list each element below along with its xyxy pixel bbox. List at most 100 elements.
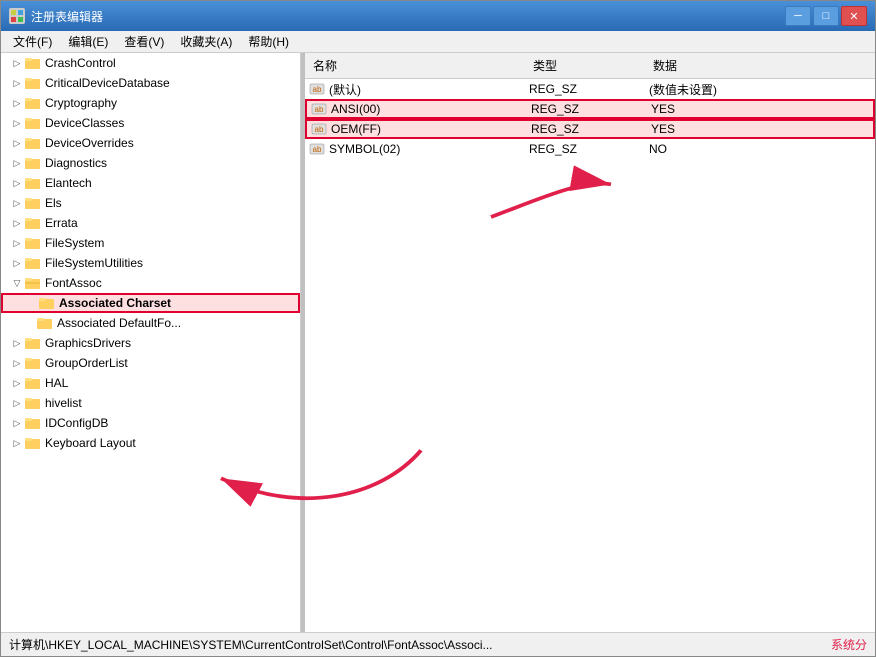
tree-item-cryptography[interactable]: ▷ Cryptography bbox=[1, 93, 300, 113]
tree-item-deviceclasses[interactable]: ▷ DeviceClasses bbox=[1, 113, 300, 133]
folder-icon bbox=[25, 216, 41, 230]
expand-icon: ▷ bbox=[9, 435, 25, 451]
reg-entry-data: (数值未设置) bbox=[649, 81, 871, 98]
app-icon bbox=[9, 8, 25, 24]
tree-item-label: HAL bbox=[45, 376, 68, 390]
tree-item-fontassoc[interactable]: ▽ FontAssoc bbox=[1, 273, 300, 293]
folder-icon bbox=[25, 416, 41, 430]
tree-item-els[interactable]: ▷ Els bbox=[1, 193, 300, 213]
expand-icon: ▷ bbox=[9, 75, 25, 91]
tree-item-label: hivelist bbox=[45, 396, 82, 410]
status-text: 计算机\HKEY_LOCAL_MACHINE\SYSTEM\CurrentCon… bbox=[9, 636, 823, 653]
col-header-name: 名称 bbox=[305, 55, 525, 76]
folder-icon bbox=[25, 236, 41, 250]
expand-icon: ▷ bbox=[9, 395, 25, 411]
folder-icon bbox=[25, 196, 41, 210]
tree-item-label: GraphicsDrivers bbox=[45, 336, 131, 350]
expand-icon bbox=[31, 295, 39, 311]
tree-item-label: Errata bbox=[45, 216, 78, 230]
tree-item-filesystemutils[interactable]: ▷ FileSystemUtilities bbox=[1, 253, 300, 273]
tree-item-errata[interactable]: ▷ Errata bbox=[1, 213, 300, 233]
registry-row-oem[interactable]: ab OEM(FF) REG_SZ YES bbox=[305, 119, 875, 139]
expand-icon: ▷ bbox=[9, 415, 25, 431]
folder-icon bbox=[25, 156, 41, 170]
svg-text:ab: ab bbox=[315, 105, 324, 114]
tree-item-associateddefaultfont[interactable]: Associated DefaultFo... bbox=[1, 313, 300, 333]
menu-help[interactable]: 帮助(H) bbox=[240, 31, 297, 52]
tree-item-label: CriticalDeviceDatabase bbox=[45, 76, 170, 90]
reg-value-icon: ab bbox=[309, 82, 325, 96]
reg-entry-type: REG_SZ bbox=[529, 82, 649, 96]
tree-item-label: Cryptography bbox=[45, 96, 117, 110]
folder-icon bbox=[25, 436, 41, 450]
tree-item-diagnostics[interactable]: ▷ Diagnostics bbox=[1, 153, 300, 173]
menu-view[interactable]: 查看(V) bbox=[116, 31, 172, 52]
folder-icon bbox=[25, 176, 41, 190]
registry-row-default[interactable]: ab (默认) REG_SZ (数值未设置) bbox=[305, 79, 875, 99]
tree-item-associatedcharset[interactable]: Associated Charset bbox=[1, 293, 300, 313]
watermark: 系统分 bbox=[831, 636, 867, 653]
reg-entry-type: REG_SZ bbox=[531, 102, 651, 116]
reg-entry-data: NO bbox=[649, 142, 871, 156]
registry-panel: 名称 类型 数据 ab (默认) REG_SZ (数值未设置) bbox=[305, 53, 875, 632]
reg-entry-name: OEM(FF) bbox=[331, 122, 531, 136]
tree-item-filesystem[interactable]: ▷ FileSystem bbox=[1, 233, 300, 253]
reg-entry-data: YES bbox=[651, 102, 869, 116]
tree-item-label: GroupOrderList bbox=[45, 356, 128, 370]
reg-value-icon: ab bbox=[309, 142, 325, 156]
minimize-button[interactable]: ─ bbox=[785, 6, 811, 26]
reg-entry-type: REG_SZ bbox=[529, 142, 649, 156]
registry-entries: ab (默认) REG_SZ (数值未设置) ab ANSI( bbox=[305, 79, 875, 632]
folder-icon-open bbox=[25, 276, 41, 290]
tree-item-label: FontAssoc bbox=[45, 276, 102, 290]
tree-item-label: CrashControl bbox=[45, 56, 116, 70]
tree-item-deviceoverrides[interactable]: ▷ DeviceOverrides bbox=[1, 133, 300, 153]
tree-item-crashcontrol[interactable]: ▷ CrashControl bbox=[1, 53, 300, 73]
col-header-data: 数据 bbox=[645, 55, 875, 76]
svg-text:ab: ab bbox=[313, 85, 322, 94]
folder-icon bbox=[25, 256, 41, 270]
folder-icon bbox=[25, 116, 41, 130]
window-controls: ─ □ ✕ bbox=[785, 6, 867, 26]
reg-entry-type: REG_SZ bbox=[531, 122, 651, 136]
tree-content[interactable]: ▷ CrashControl ▷ CriticalDeviceDatabase … bbox=[1, 53, 300, 632]
tree-item-label: FileSystem bbox=[45, 236, 104, 250]
expand-icon: ▷ bbox=[9, 375, 25, 391]
tree-item-hal[interactable]: ▷ HAL bbox=[1, 373, 300, 393]
registry-editor-window: 注册表编辑器 ─ □ ✕ 文件(F) 编辑(E) 查看(V) 收藏夹(A) 帮助… bbox=[0, 0, 876, 657]
reg-entry-data: YES bbox=[651, 122, 869, 136]
tree-item-grouporderlist[interactable]: ▷ GroupOrderList bbox=[1, 353, 300, 373]
tree-item-elantech[interactable]: ▷ Elantech bbox=[1, 173, 300, 193]
tree-item-label: DeviceOverrides bbox=[45, 136, 134, 150]
tree-item-idconfigdb[interactable]: ▷ IDConfigDB bbox=[1, 413, 300, 433]
folder-icon bbox=[39, 296, 55, 310]
menu-favorites[interactable]: 收藏夹(A) bbox=[172, 31, 240, 52]
reg-value-icon: ab bbox=[311, 122, 327, 136]
expand-icon: ▷ bbox=[9, 55, 25, 71]
tree-item-criticaldevice[interactable]: ▷ CriticalDeviceDatabase bbox=[1, 73, 300, 93]
menu-file[interactable]: 文件(F) bbox=[5, 31, 60, 52]
tree-item-label: Els bbox=[45, 196, 62, 210]
registry-row-symbol[interactable]: ab SYMBOL(02) REG_SZ NO bbox=[305, 139, 875, 159]
expand-icon: ▷ bbox=[9, 155, 25, 171]
expand-icon: ▷ bbox=[9, 175, 25, 191]
tree-item-label: Elantech bbox=[45, 176, 92, 190]
expand-icon: ▷ bbox=[9, 335, 25, 351]
folder-icon bbox=[25, 136, 41, 150]
registry-row-ansi[interactable]: ab ANSI(00) REG_SZ YES bbox=[305, 99, 875, 119]
expand-icon: ▷ bbox=[9, 135, 25, 151]
reg-entry-name: (默认) bbox=[329, 81, 529, 98]
status-bar: 计算机\HKEY_LOCAL_MACHINE\SYSTEM\CurrentCon… bbox=[1, 632, 875, 656]
folder-icon bbox=[25, 96, 41, 110]
tree-item-label: Associated DefaultFo... bbox=[57, 316, 181, 330]
menu-edit[interactable]: 编辑(E) bbox=[60, 31, 116, 52]
tree-item-hivelist[interactable]: ▷ hivelist bbox=[1, 393, 300, 413]
reg-value-icon: ab bbox=[311, 102, 327, 116]
tree-item-graphicsdrivers[interactable]: ▷ GraphicsDrivers bbox=[1, 333, 300, 353]
svg-text:ab: ab bbox=[313, 145, 322, 154]
tree-item-label: FileSystemUtilities bbox=[45, 256, 143, 270]
tree-item-keyboardlayout[interactable]: ▷ Keyboard Layout bbox=[1, 433, 300, 453]
maximize-button[interactable]: □ bbox=[813, 6, 839, 26]
expand-icon: ▷ bbox=[9, 215, 25, 231]
close-button[interactable]: ✕ bbox=[841, 6, 867, 26]
